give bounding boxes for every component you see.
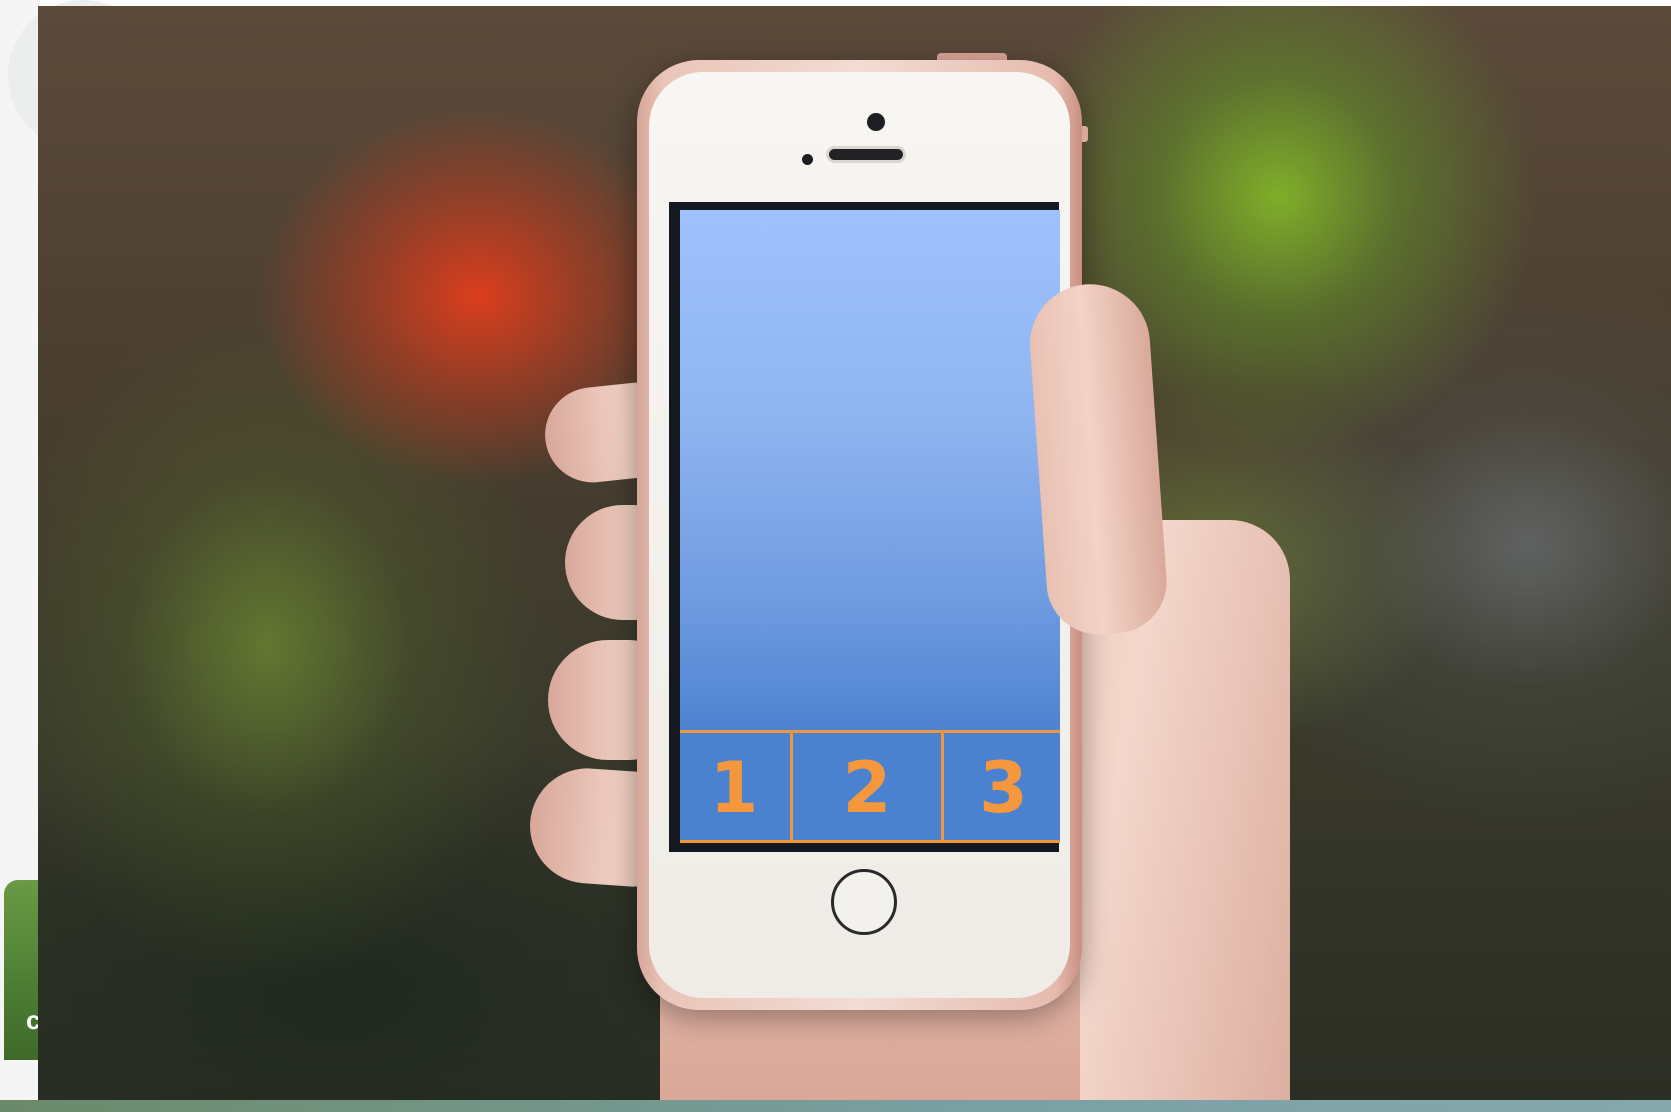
proximity-sensor-icon xyxy=(802,154,813,165)
home-button[interactable] xyxy=(831,869,897,935)
tab-2[interactable]: 2 xyxy=(790,733,941,843)
front-camera-icon xyxy=(867,113,885,131)
slide-left-margin: c xyxy=(0,0,158,1112)
earpiece-speaker xyxy=(829,149,903,160)
smartphone: 1 2 3 xyxy=(637,60,1082,1010)
slide-bottom-band xyxy=(0,1100,1671,1112)
app-content-area xyxy=(680,210,1060,730)
tab-1[interactable]: 1 xyxy=(680,733,788,843)
tab-bar-bottom-border xyxy=(680,840,1060,843)
hand-thumb xyxy=(1025,280,1171,638)
phone-face: 1 2 3 xyxy=(649,72,1070,998)
tab-bar: 1 2 3 xyxy=(680,730,1060,843)
tab-3[interactable]: 3 xyxy=(941,733,1063,843)
phone-side-button xyxy=(1082,126,1088,142)
background-photo: 1 2 3 xyxy=(38,6,1671,1100)
